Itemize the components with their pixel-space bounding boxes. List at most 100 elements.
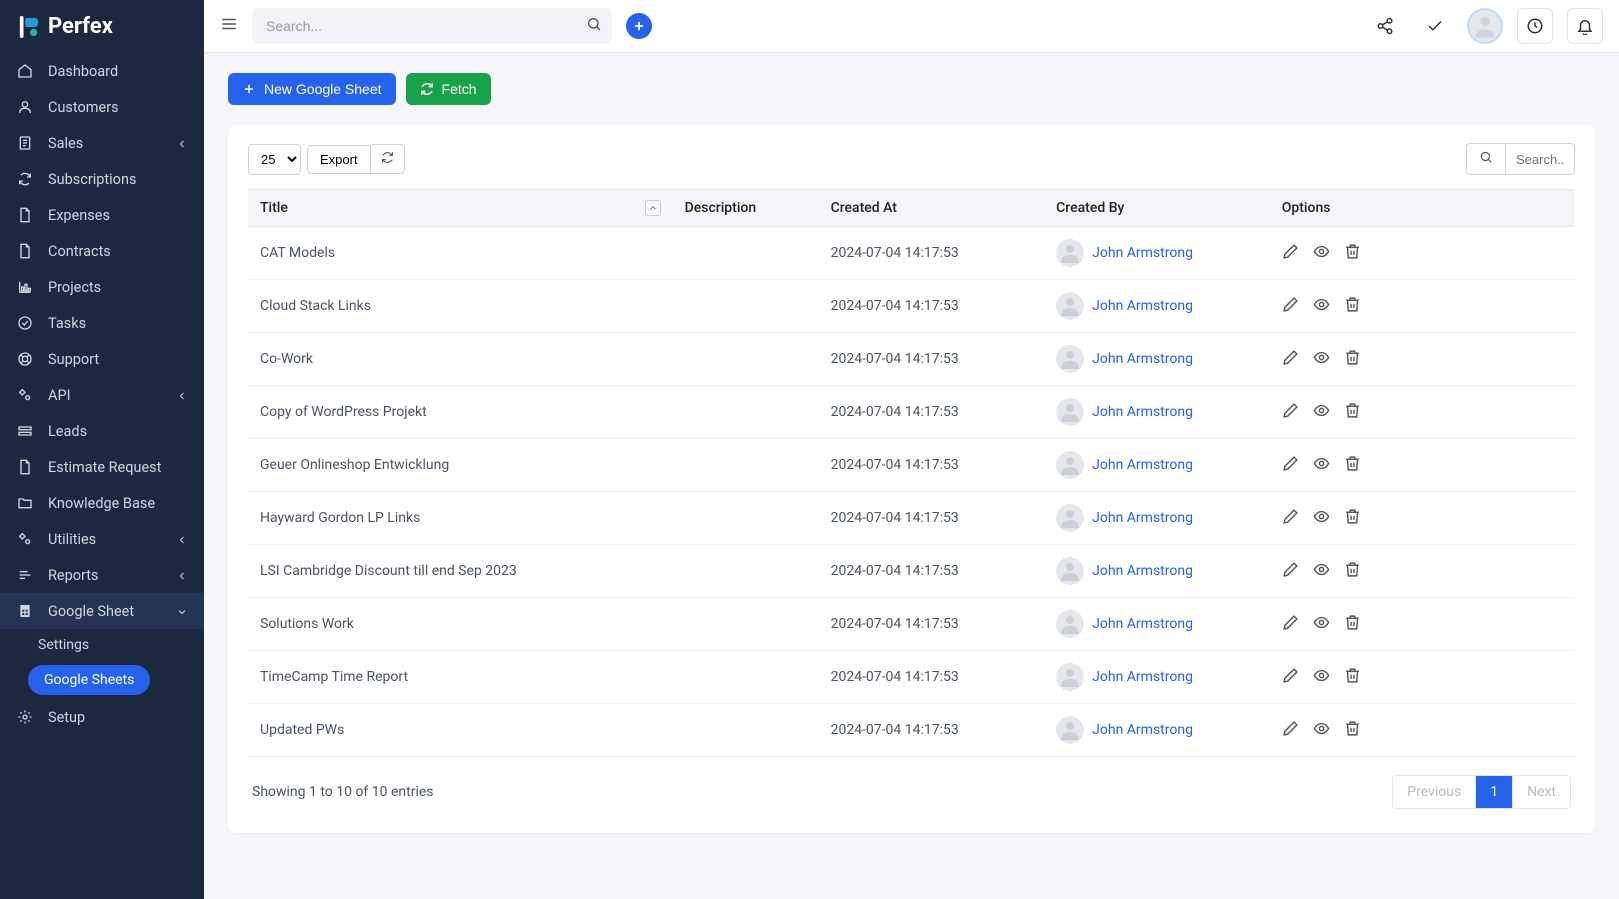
col-options[interactable]: Options: [1270, 190, 1575, 227]
table-row: CAT Models2024-07-04 14:17:53John Armstr…: [248, 227, 1575, 280]
sidebar-item-expenses[interactable]: Expenses: [0, 197, 204, 233]
sidebar-item-reports[interactable]: Reports: [0, 557, 204, 593]
search-input[interactable]: [252, 8, 612, 44]
trash-icon[interactable]: [1344, 508, 1361, 529]
edit-icon[interactable]: [1282, 402, 1299, 423]
col-title[interactable]: Title: [248, 190, 673, 227]
cell-title[interactable]: TimeCamp Time Report: [248, 651, 673, 704]
sidebar-sub-google-sheets[interactable]: Google Sheets: [28, 665, 150, 695]
user-link[interactable]: John Armstrong: [1092, 510, 1193, 526]
user-link[interactable]: John Armstrong: [1092, 298, 1193, 314]
menu-toggle-button[interactable]: [220, 15, 238, 37]
trash-icon[interactable]: [1344, 296, 1361, 317]
cell-title[interactable]: Updated PWs: [248, 704, 673, 757]
trash-icon[interactable]: [1344, 614, 1361, 635]
user-link[interactable]: John Armstrong: [1092, 351, 1193, 367]
avatar-icon: [1056, 239, 1084, 267]
cell-title[interactable]: Geuer Onlineshop Entwicklung: [248, 439, 673, 492]
new-google-sheet-button[interactable]: New Google Sheet: [228, 73, 396, 105]
sidebar-item-tasks[interactable]: Tasks: [0, 305, 204, 341]
eye-icon[interactable]: [1313, 720, 1330, 741]
edit-icon[interactable]: [1282, 455, 1299, 476]
eye-icon[interactable]: [1313, 455, 1330, 476]
edit-icon[interactable]: [1282, 720, 1299, 741]
eye-icon[interactable]: [1313, 349, 1330, 370]
eye-icon[interactable]: [1313, 508, 1330, 529]
eye-icon[interactable]: [1313, 402, 1330, 423]
user-link[interactable]: John Armstrong: [1092, 404, 1193, 420]
cell-title[interactable]: Copy of WordPress Projekt: [248, 386, 673, 439]
user-link[interactable]: John Armstrong: [1092, 616, 1193, 632]
user-link[interactable]: John Armstrong: [1092, 245, 1193, 261]
edit-icon[interactable]: [1282, 296, 1299, 317]
search-icon[interactable]: [586, 16, 602, 36]
sidebar-item-contracts[interactable]: Contracts: [0, 233, 204, 269]
eye-icon[interactable]: [1313, 561, 1330, 582]
table-search-icon[interactable]: [1466, 143, 1505, 175]
sidebar-item-setup[interactable]: Setup: [0, 699, 204, 735]
cell-title[interactable]: LSI Cambridge Discount till end Sep 2023: [248, 545, 673, 598]
cell-title[interactable]: Solutions Work: [248, 598, 673, 651]
cell-title[interactable]: Co-Work: [248, 333, 673, 386]
clock-icon[interactable]: [1517, 8, 1553, 44]
pager-page-1[interactable]: 1: [1476, 776, 1513, 808]
sidebar-item-customers[interactable]: Customers: [0, 89, 204, 125]
trash-icon[interactable]: [1344, 402, 1361, 423]
col-created-by[interactable]: Created By: [1044, 190, 1270, 227]
trash-icon[interactable]: [1344, 455, 1361, 476]
cell-title[interactable]: Cloud Stack Links: [248, 280, 673, 333]
bell-icon[interactable]: [1567, 8, 1603, 44]
pager-next[interactable]: Next: [1513, 776, 1570, 808]
sidebar-item-dashboard[interactable]: Dashboard: [0, 53, 204, 89]
trash-icon[interactable]: [1344, 561, 1361, 582]
edit-icon[interactable]: [1282, 614, 1299, 635]
edit-icon[interactable]: [1282, 349, 1299, 370]
sidebar-item-leads[interactable]: Leads: [0, 413, 204, 449]
brand-logo[interactable]: Perfex: [0, 0, 204, 53]
eye-icon[interactable]: [1313, 614, 1330, 635]
page-content: New Google Sheet Fetch 25 Export: [204, 53, 1619, 899]
check-icon[interactable]: [1417, 8, 1453, 44]
page-length-select[interactable]: 25: [248, 144, 301, 175]
user-link[interactable]: John Armstrong: [1092, 457, 1193, 473]
user-link[interactable]: John Armstrong: [1092, 722, 1193, 738]
sidebar-item-subscriptions[interactable]: Subscriptions: [0, 161, 204, 197]
pager-prev[interactable]: Previous: [1393, 776, 1476, 808]
eye-icon[interactable]: [1313, 243, 1330, 264]
col-created-at[interactable]: Created At: [819, 190, 1045, 227]
share-icon[interactable]: [1367, 8, 1403, 44]
export-button[interactable]: Export: [307, 145, 371, 174]
sidebar-item-sales[interactable]: Sales: [0, 125, 204, 161]
sidebar-item-google-sheet[interactable]: Google Sheet: [0, 593, 204, 629]
trash-icon[interactable]: [1344, 667, 1361, 688]
sidebar-item-projects[interactable]: Projects: [0, 269, 204, 305]
sidebar-item-estimate-request[interactable]: Estimate Request: [0, 449, 204, 485]
edit-icon[interactable]: [1282, 243, 1299, 264]
eye-icon[interactable]: [1313, 667, 1330, 688]
brand-name: Perfex: [48, 14, 113, 39]
col-description[interactable]: Description: [673, 190, 819, 227]
user-link[interactable]: John Armstrong: [1092, 669, 1193, 685]
sidebar-item-api[interactable]: API: [0, 377, 204, 413]
user-avatar-button[interactable]: [1467, 8, 1503, 44]
refresh-button[interactable]: [371, 144, 405, 174]
cell-title[interactable]: Hayward Gordon LP Links: [248, 492, 673, 545]
sidebar-sub-settings[interactable]: Settings: [38, 629, 204, 661]
sidebar-item-support[interactable]: Support: [0, 341, 204, 377]
cell-title[interactable]: CAT Models: [248, 227, 673, 280]
edit-icon[interactable]: [1282, 508, 1299, 529]
sidebar-item-utilities[interactable]: Utilities: [0, 521, 204, 557]
trash-icon[interactable]: [1344, 243, 1361, 264]
user-link[interactable]: John Armstrong: [1092, 563, 1193, 579]
edit-icon[interactable]: [1282, 561, 1299, 582]
edit-icon[interactable]: [1282, 667, 1299, 688]
trash-icon[interactable]: [1344, 349, 1361, 370]
chart-icon: [16, 278, 34, 296]
table-search-input[interactable]: [1505, 143, 1575, 175]
fetch-button[interactable]: Fetch: [406, 73, 491, 105]
cell-created-at: 2024-07-04 14:17:53: [819, 598, 1045, 651]
trash-icon[interactable]: [1344, 720, 1361, 741]
sidebar-item-knowledge-base[interactable]: Knowledge Base: [0, 485, 204, 521]
eye-icon[interactable]: [1313, 296, 1330, 317]
quick-add-button[interactable]: [626, 13, 652, 39]
